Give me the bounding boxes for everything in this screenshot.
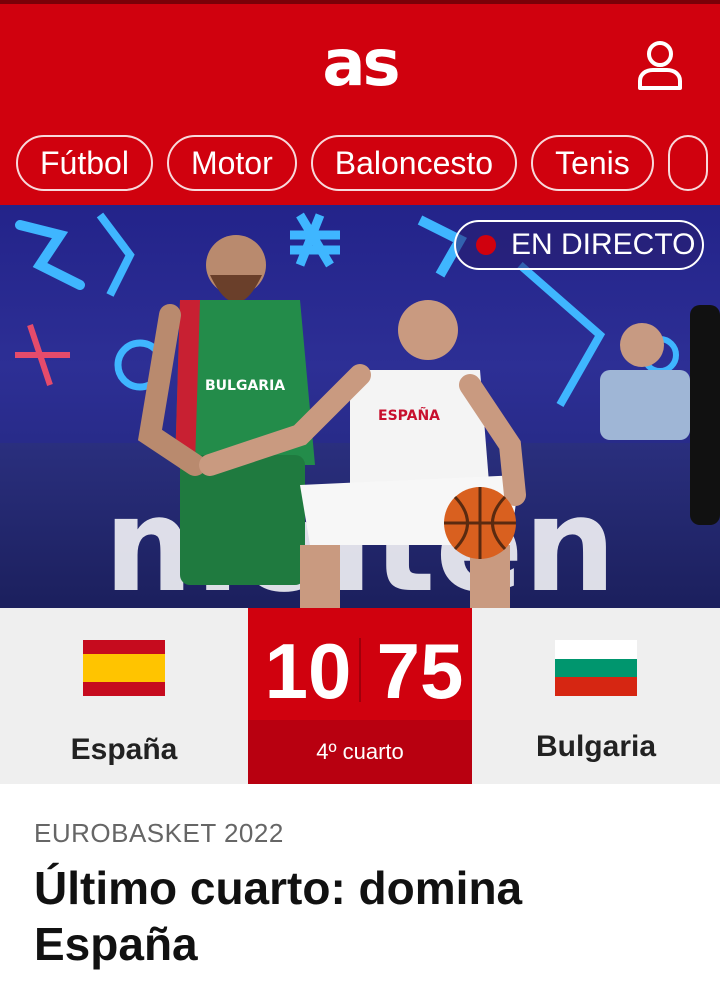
scoreboard[interactable]: España 10 75 4º cuarto Bulgaria [0,608,720,784]
nav-item-more[interactable] [667,135,708,191]
bulgaria-jersey-text: BULGARIA [205,378,285,394]
user-account-button[interactable] [636,40,684,92]
home-score: 10 [264,627,352,715]
nav-item-futbol[interactable]: Fútbol [16,135,153,191]
away-score: 75 [376,627,464,715]
away-team-name: Bulgaria [535,730,657,763]
live-badge[interactable]: EN DIRECTO [454,220,704,270]
nav-item-tenis[interactable]: Tenis [531,135,654,191]
home-team: España [0,608,248,784]
home-team-name: España [70,733,178,766]
nav-item-motor[interactable]: Motor [166,135,297,191]
score-divider [359,638,361,702]
article-summary[interactable]: EUROBASKET 2022 Último cuarto: domina Es… [0,784,720,1000]
as-logo[interactable]: as [0,32,720,96]
user-icon [638,41,682,90]
match-period: 4º cuarto [248,720,472,784]
section-nav: Fútbol Motor Baloncesto Tenis [16,135,720,193]
article-headline[interactable]: Último cuarto: domina España [34,860,694,972]
live-label: EN DIRECTO [511,228,696,261]
spain-jersey-text: ESPAÑA [378,407,440,424]
score-box: 10 75 4º cuarto [248,608,472,784]
top-header: as Fútbol Motor Baloncesto Tenis [0,0,720,205]
away-team: Bulgaria [472,608,720,784]
spain-flag-icon [83,640,165,696]
live-dot-icon [476,235,496,255]
nav-item-baloncesto[interactable]: Baloncesto [310,135,518,191]
article-kicker[interactable]: EUROBASKET 2022 [34,818,284,849]
bulgaria-flag-icon [555,640,637,696]
